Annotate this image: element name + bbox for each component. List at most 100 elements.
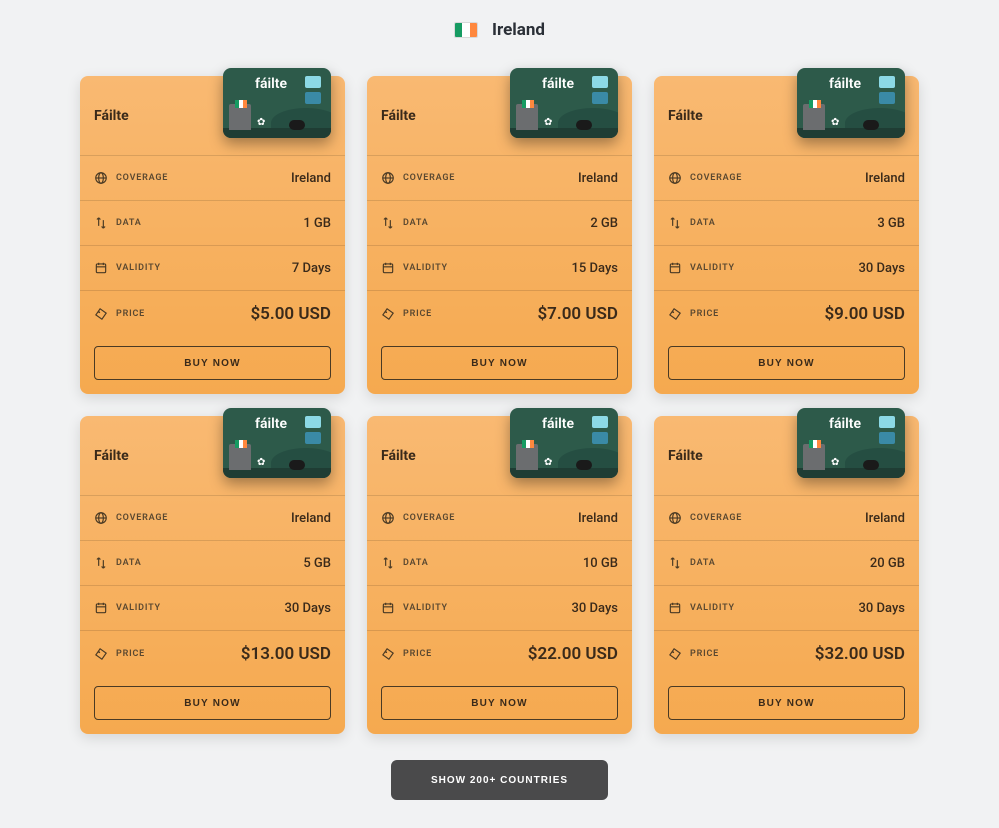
plan-card: fáilte ✿ Fáilte COVERAGE Ireland DATA [367,76,632,394]
plan-name: Fáilte [94,448,129,464]
sim-chip-icon [879,416,895,428]
price-value: $5.00 USD [250,304,331,324]
esim-brand: fáilte [255,416,287,432]
coverage-row: COVERAGE Ireland [654,156,919,201]
validity-label: VALIDITY [116,263,161,273]
arrows-icon [668,216,682,230]
data-value: 5 GB [303,556,331,571]
validity-label: VALIDITY [690,263,735,273]
validity-row: VALIDITY 30 Days [654,586,919,631]
price-tag-icon [94,307,108,321]
data-label: DATA [690,218,716,228]
price-row: PRICE $7.00 USD [367,291,632,336]
data-label: DATA [403,558,429,568]
calendar-icon [381,261,395,275]
coverage-row: COVERAGE Ireland [654,496,919,541]
buy-now-button[interactable]: BUY NOW [94,346,331,380]
coverage-value: Ireland [865,511,905,526]
price-tag-icon [668,307,682,321]
esim-card-image: fáilte ✿ [797,68,905,138]
plan-name: Fáilte [381,448,416,464]
data-label: DATA [403,218,429,228]
arrows-icon [381,216,395,230]
data-value: 10 GB [583,556,618,571]
coverage-row: COVERAGE Ireland [80,496,345,541]
data-value: 20 GB [870,556,905,571]
globe-icon [668,171,682,185]
calendar-icon [668,261,682,275]
validity-value: 7 Days [292,261,331,276]
price-tag-icon [381,307,395,321]
coverage-row: COVERAGE Ireland [367,156,632,201]
calendar-icon [381,601,395,615]
price-value: $7.00 USD [537,304,618,324]
buy-now-button[interactable]: BUY NOW [668,686,905,720]
price-tag-icon [381,647,395,661]
data-value: 3 GB [877,216,905,231]
data-label: DATA [116,558,142,568]
arrows-icon [94,216,108,230]
plan-card: fáilte ✿ Fáilte COVERAGE Ireland DATA [80,76,345,394]
esim-brand: fáilte [542,76,574,92]
sim-chip-icon [305,76,321,88]
esim-brand: fáilte [829,76,861,92]
validity-row: VALIDITY 30 Days [654,246,919,291]
coverage-label: COVERAGE [116,513,168,523]
buy-now-button[interactable]: BUY NOW [381,346,618,380]
validity-value: 15 Days [572,261,618,276]
validity-label: VALIDITY [690,603,735,613]
price-label: PRICE [116,649,145,659]
globe-icon [381,511,395,525]
buy-now-button[interactable]: BUY NOW [94,686,331,720]
coverage-value: Ireland [291,511,331,526]
data-value: 1 GB [303,216,331,231]
coverage-label: COVERAGE [403,513,455,523]
buy-now-button[interactable]: BUY NOW [668,346,905,380]
validity-label: VALIDITY [403,263,448,273]
calendar-icon [94,601,108,615]
data-row: DATA 10 GB [367,541,632,586]
esim-brand: fáilte [829,416,861,432]
coverage-value: Ireland [865,171,905,186]
data-row: DATA 5 GB [80,541,345,586]
price-tag-icon [668,647,682,661]
footer: SHOW 200+ COUNTRIES [0,754,999,820]
sim-chip-icon [592,416,608,428]
globe-icon [94,511,108,525]
esim-card-image: fáilte ✿ [797,408,905,478]
plan-name: Fáilte [381,108,416,124]
validity-value: 30 Days [572,601,618,616]
calendar-icon [668,601,682,615]
price-label: PRICE [116,309,145,319]
validity-value: 30 Days [859,601,905,616]
esim-card-image: fáilte ✿ [223,68,331,138]
validity-row: VALIDITY 15 Days [367,246,632,291]
price-row: PRICE $13.00 USD [80,631,345,676]
price-row: PRICE $22.00 USD [367,631,632,676]
price-value: $9.00 USD [824,304,905,324]
price-row: PRICE $32.00 USD [654,631,919,676]
validity-row: VALIDITY 30 Days [80,586,345,631]
plan-card: fáilte ✿ Fáilte COVERAGE Ireland DATA [654,416,919,734]
validity-label: VALIDITY [116,603,161,613]
price-value: $13.00 USD [241,644,331,664]
coverage-label: COVERAGE [690,173,742,183]
show-countries-button[interactable]: SHOW 200+ COUNTRIES [391,760,608,800]
country-title: Ireland [492,20,545,40]
price-label: PRICE [690,649,719,659]
esim-brand: fáilte [542,416,574,432]
buy-now-button[interactable]: BUY NOW [381,686,618,720]
price-tag-icon [94,647,108,661]
coverage-value: Ireland [291,171,331,186]
coverage-row: COVERAGE Ireland [367,496,632,541]
ireland-flag-icon [454,22,478,38]
sim-chip-icon [592,76,608,88]
price-label: PRICE [403,649,432,659]
plan-name: Fáilte [94,108,129,124]
price-value: $32.00 USD [815,644,905,664]
price-row: PRICE $9.00 USD [654,291,919,336]
esim-card-image: fáilte ✿ [510,408,618,478]
price-label: PRICE [690,309,719,319]
coverage-label: COVERAGE [690,513,742,523]
esim-brand: fáilte [255,76,287,92]
